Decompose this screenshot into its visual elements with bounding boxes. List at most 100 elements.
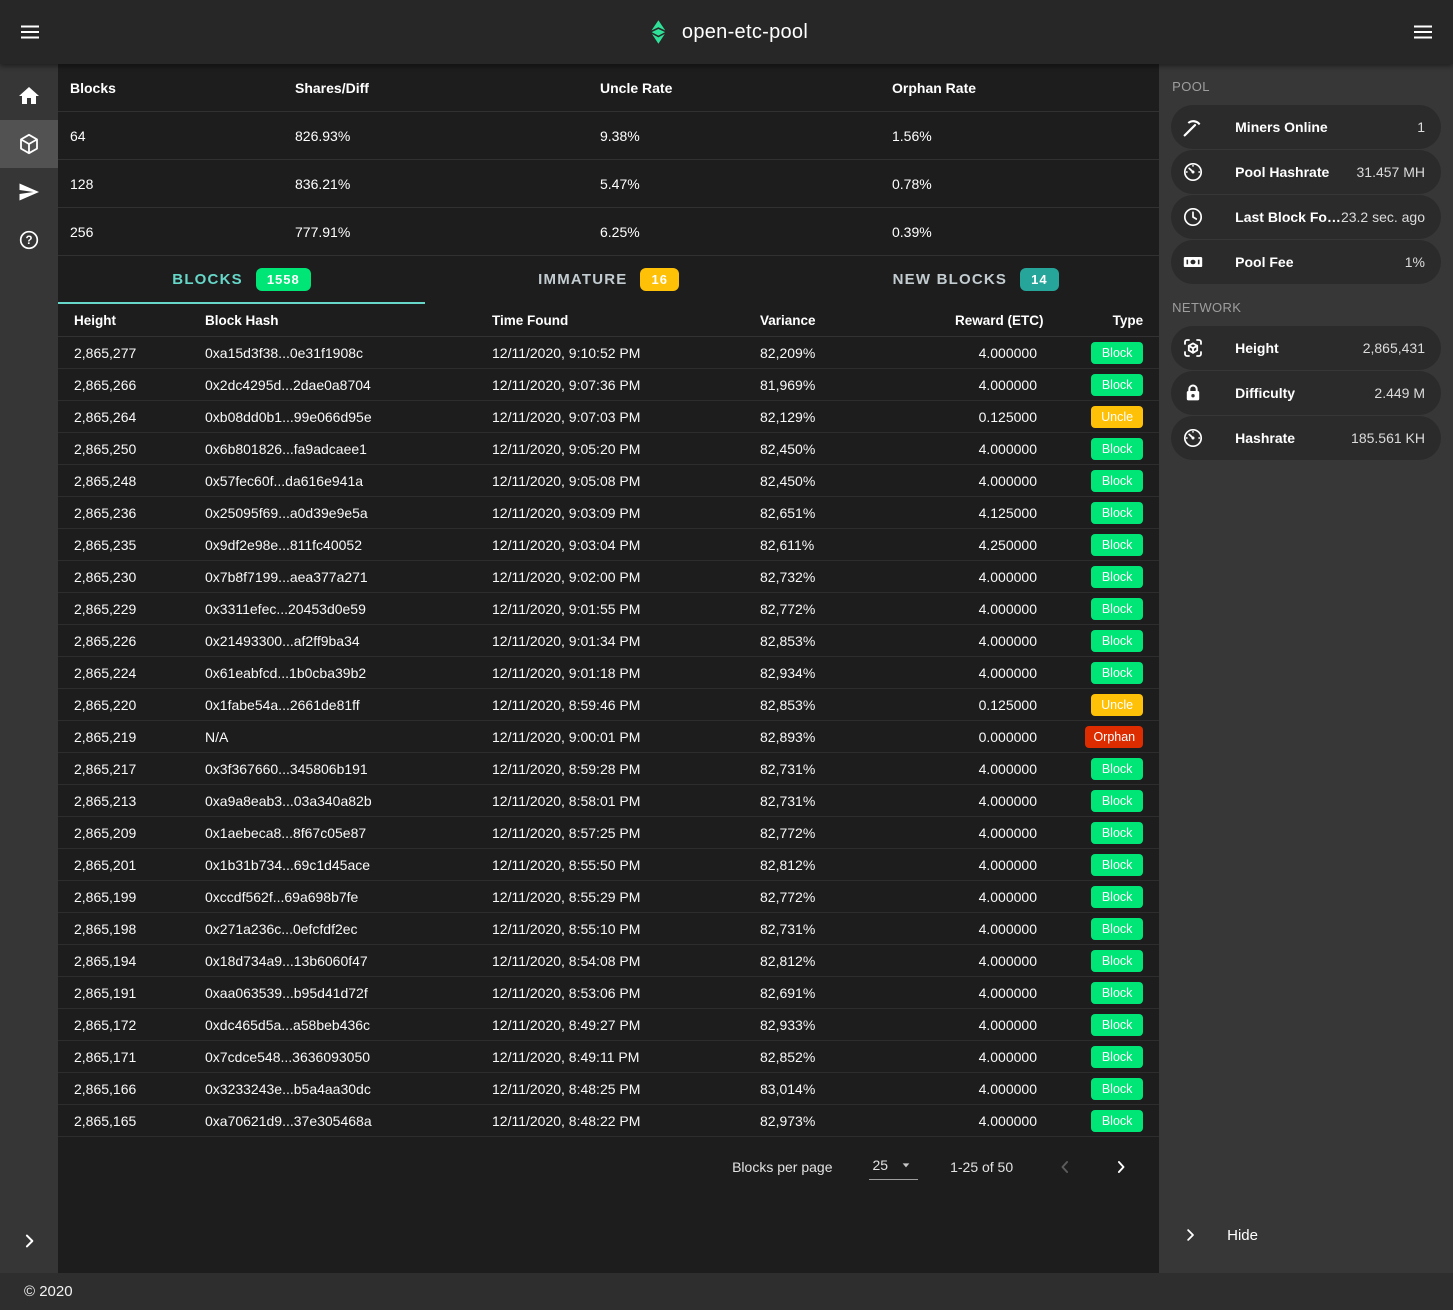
block-time: 12/11/2020, 8:59:46 PM bbox=[492, 697, 760, 713]
cube-icon bbox=[17, 132, 41, 156]
gauge-icon bbox=[1181, 426, 1205, 450]
block-time: 12/11/2020, 8:48:22 PM bbox=[492, 1113, 760, 1129]
tab-label: NEW BLOCKS bbox=[893, 271, 1008, 288]
hide-sidebar-button[interactable]: Hide bbox=[1159, 1211, 1453, 1259]
stats-column-header: Orphan Rate bbox=[892, 80, 1159, 96]
pool-stats: Miners Online1Pool Hashrate31.457 MHLast… bbox=[1159, 105, 1453, 285]
hamburger-menu-left-icon[interactable] bbox=[18, 20, 42, 44]
page-title: open-etc-pool bbox=[682, 21, 808, 44]
type-badge: Block bbox=[1091, 950, 1143, 972]
nav-item-help[interactable]: ? bbox=[0, 216, 58, 264]
tab-new-blocks[interactable]: NEW BLOCKS14 bbox=[792, 257, 1159, 304]
tab-blocks[interactable]: BLOCKS1558 bbox=[58, 257, 425, 304]
stat-value: 1% bbox=[1405, 254, 1425, 270]
stat-pill-network-difficulty: Difficulty2.449 M bbox=[1171, 371, 1441, 415]
block-type-cell: Orphan bbox=[1043, 726, 1143, 748]
block-time: 12/11/2020, 9:02:00 PM bbox=[492, 569, 760, 585]
block-time: 12/11/2020, 8:53:06 PM bbox=[492, 985, 760, 1001]
nav-item-blocks[interactable] bbox=[0, 120, 58, 168]
block-height: 2,865,230 bbox=[74, 569, 205, 585]
sidebar-spacer bbox=[1159, 461, 1453, 1211]
block-hash: 0x1aebeca8...8f67c05e87 bbox=[205, 825, 492, 841]
stats-value: 6.25% bbox=[600, 224, 892, 240]
block-type-cell: Block bbox=[1043, 662, 1143, 684]
type-badge: Block bbox=[1091, 630, 1143, 652]
block-height: 2,865,264 bbox=[74, 409, 205, 425]
type-badge: Block bbox=[1091, 470, 1143, 492]
pickaxe-icon bbox=[1181, 115, 1205, 139]
per-page-select[interactable]: 25 bbox=[869, 1155, 919, 1180]
block-variance: 82,209% bbox=[760, 345, 955, 361]
per-page-value: 25 bbox=[873, 1157, 889, 1173]
block-reward: 4.000000 bbox=[955, 345, 1043, 361]
stats-value: 64 bbox=[70, 128, 295, 144]
cash-icon bbox=[1181, 250, 1205, 274]
block-type-cell: Block bbox=[1043, 1110, 1143, 1132]
nav-item-payments[interactable] bbox=[0, 168, 58, 216]
tab-immature[interactable]: IMMATURE16 bbox=[425, 257, 792, 304]
stats-value: 826.93% bbox=[295, 128, 600, 144]
copyright-label: © 2020 bbox=[24, 1283, 73, 1300]
block-row: 2,865,2240x61eabfcd...1b0cba39b212/11/20… bbox=[58, 657, 1159, 689]
block-hash: 0xccdf562f...69a698b7fe bbox=[205, 889, 492, 905]
help-icon: ? bbox=[17, 228, 41, 252]
nav-item-home[interactable] bbox=[0, 72, 58, 120]
stats-column-header: Blocks bbox=[70, 80, 295, 96]
stat-value: 185.561 KH bbox=[1351, 430, 1425, 446]
blocks-column-header: Variance bbox=[760, 313, 955, 328]
stats-value: 5.47% bbox=[600, 176, 892, 192]
block-time: 12/11/2020, 8:55:29 PM bbox=[492, 889, 760, 905]
stats-row: 64826.93%9.38%1.56% bbox=[58, 112, 1159, 160]
block-reward: 4.000000 bbox=[955, 473, 1043, 489]
block-row: 2,865,2090x1aebeca8...8f67c05e8712/11/20… bbox=[58, 817, 1159, 849]
previous-page-button[interactable] bbox=[1053, 1155, 1077, 1179]
rail-spacer bbox=[0, 264, 58, 1217]
block-type-cell: Block bbox=[1043, 758, 1143, 780]
type-badge: Block bbox=[1091, 1046, 1143, 1068]
block-variance: 82,973% bbox=[760, 1113, 955, 1129]
block-time: 12/11/2020, 9:01:34 PM bbox=[492, 633, 760, 649]
block-row: 2,865,2290x3311efec...20453d0e5912/11/20… bbox=[58, 593, 1159, 625]
block-height: 2,865,219 bbox=[74, 729, 205, 745]
block-time: 12/11/2020, 8:49:27 PM bbox=[492, 1017, 760, 1033]
block-variance: 82,731% bbox=[760, 761, 955, 777]
block-row: 2,865,1940x18d734a9...13b6060f4712/11/20… bbox=[58, 945, 1159, 977]
block-row: 2,865,2500x6b801826...fa9adcaee112/11/20… bbox=[58, 433, 1159, 465]
tab-count-badge: 1558 bbox=[256, 268, 311, 291]
hamburger-menu-right-icon[interactable] bbox=[1411, 20, 1435, 44]
type-badge: Block bbox=[1091, 758, 1143, 780]
chevron-right-icon bbox=[19, 1231, 39, 1251]
block-reward: 0.000000 bbox=[955, 729, 1043, 745]
stats-table-body: 64826.93%9.38%1.56%128836.21%5.47%0.78%2… bbox=[58, 112, 1159, 256]
left-nav-rail: ? bbox=[0, 64, 58, 1273]
block-reward: 4.250000 bbox=[955, 537, 1043, 553]
block-reward: 4.000000 bbox=[955, 889, 1043, 905]
blocks-per-page-label: Blocks per page bbox=[732, 1159, 832, 1175]
block-row: 2,865,2200x1fabe54a...2661de81ff12/11/20… bbox=[58, 689, 1159, 721]
block-reward: 4.000000 bbox=[955, 633, 1043, 649]
stat-label: Pool Hashrate bbox=[1235, 164, 1329, 180]
block-variance: 82,772% bbox=[760, 889, 955, 905]
block-time: 12/11/2020, 9:00:01 PM bbox=[492, 729, 760, 745]
stat-label: Hashrate bbox=[1235, 430, 1295, 446]
block-hash: 0xa70621d9...37e305468a bbox=[205, 1113, 492, 1129]
network-section-label: NETWORK bbox=[1159, 285, 1453, 326]
block-type-cell: Block bbox=[1043, 342, 1143, 364]
next-page-button[interactable] bbox=[1109, 1155, 1133, 1179]
block-time: 12/11/2020, 8:58:01 PM bbox=[492, 793, 760, 809]
chevron-right-icon bbox=[1181, 1226, 1199, 1244]
block-hash: 0x3233243e...b5a4aa30dc bbox=[205, 1081, 492, 1097]
block-type-cell: Uncle bbox=[1043, 694, 1143, 716]
block-hash: 0x1fabe54a...2661de81ff bbox=[205, 697, 492, 713]
block-variance: 81,969% bbox=[760, 377, 955, 393]
block-hash: 0xb08dd0b1...99e066d95e bbox=[205, 409, 492, 425]
send-icon bbox=[17, 180, 41, 204]
expand-rail-button[interactable] bbox=[0, 1217, 58, 1265]
block-type-cell: Block bbox=[1043, 598, 1143, 620]
block-variance: 82,812% bbox=[760, 953, 955, 969]
block-type-cell: Block bbox=[1043, 374, 1143, 396]
block-time: 12/11/2020, 8:57:25 PM bbox=[492, 825, 760, 841]
type-badge: Block bbox=[1091, 534, 1143, 556]
stat-label: Last Block Fo… bbox=[1235, 209, 1341, 225]
block-height: 2,865,172 bbox=[74, 1017, 205, 1033]
